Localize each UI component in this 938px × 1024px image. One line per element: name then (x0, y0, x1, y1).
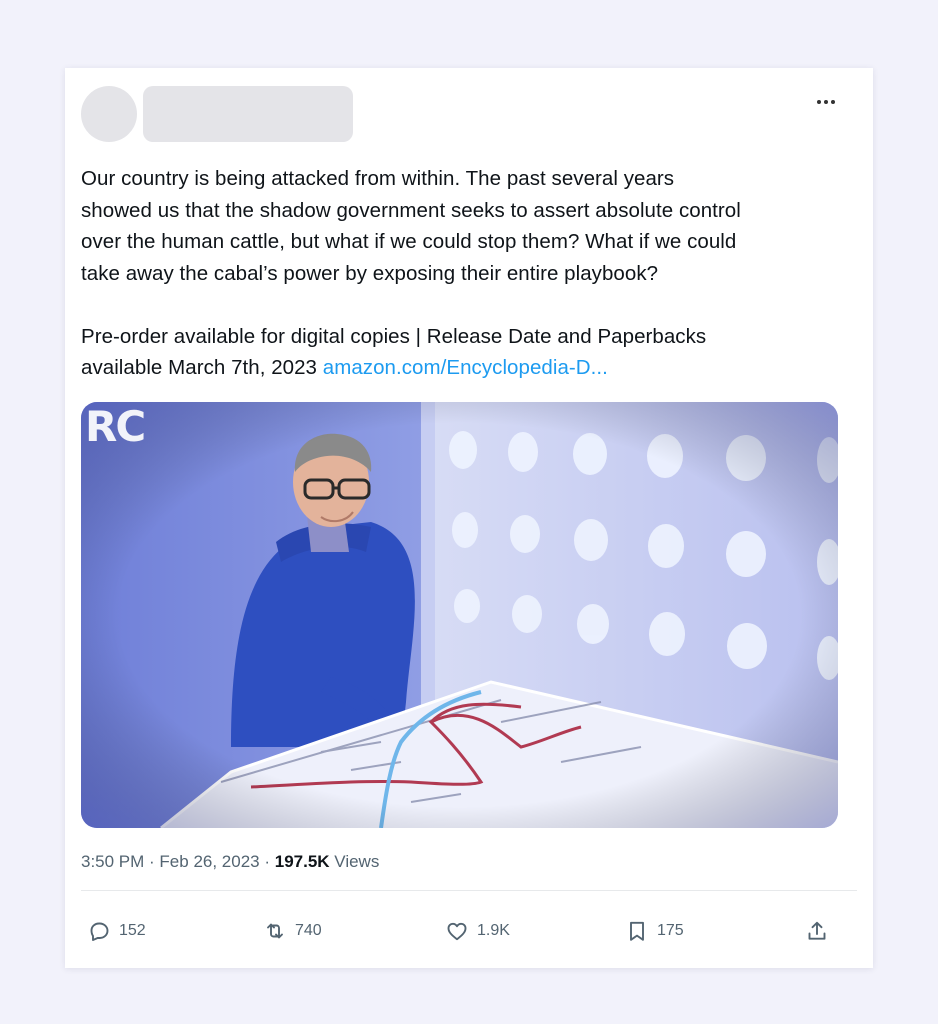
video-media[interactable]: RC (81, 402, 838, 828)
bookmark-icon (630, 921, 644, 941)
divider (81, 890, 857, 891)
more-options-icon[interactable] (809, 90, 843, 114)
video-frame (81, 402, 838, 828)
tweet-text-line: Pre-order available for digital copies |… (81, 324, 707, 348)
tweet-text-line: over the human cattle, but what if we co… (81, 230, 737, 253)
like-count: 1.9K (477, 922, 510, 939)
tweet-text-line: available March 7th, 2023 amazon.com/Enc… (81, 356, 608, 379)
reply-count: 152 (119, 922, 146, 939)
avatar[interactable] (81, 86, 137, 142)
tweet-text-line: Our country is being attacked from withi… (81, 167, 675, 190)
tweet-date[interactable]: Feb 26, 2023 (159, 852, 259, 871)
amazon-link[interactable]: amazon.com/Encyclopedia-D... (323, 356, 608, 379)
author-name-placeholder[interactable] (143, 86, 353, 142)
watermark-logo: RC (85, 402, 146, 451)
share-icon (808, 921, 826, 940)
like-button[interactable]: 1.9K (445, 916, 510, 946)
views-count: 197.5K (274, 852, 330, 871)
repost-count: 740 (295, 922, 322, 939)
bookmark-count: 175 (657, 922, 684, 939)
heart-icon (447, 922, 467, 941)
action-bar: 152 740 1.9K 175 (65, 916, 873, 946)
reply-icon (90, 922, 109, 941)
tweet-card: Our country is being attacked from withi… (65, 68, 873, 968)
repost-icon (267, 923, 283, 939)
reply-button[interactable]: 152 (87, 916, 146, 946)
tweet-time[interactable]: 3:50 PM (81, 852, 144, 871)
bookmark-button[interactable]: 175 (625, 916, 684, 946)
tweet-text-line: showed us that the shadow government see… (81, 198, 741, 222)
repost-button[interactable]: 740 (263, 916, 322, 946)
views-label: Views (334, 852, 380, 871)
tweet-text-line: take away the cabal’s power by exposing … (81, 261, 659, 285)
tweet-text: Our country is being attacked from withi… (81, 163, 851, 384)
tweet-meta: 3:50 PM · Feb 26, 2023 · 197.5K Views (81, 852, 380, 871)
share-button[interactable] (805, 916, 829, 946)
